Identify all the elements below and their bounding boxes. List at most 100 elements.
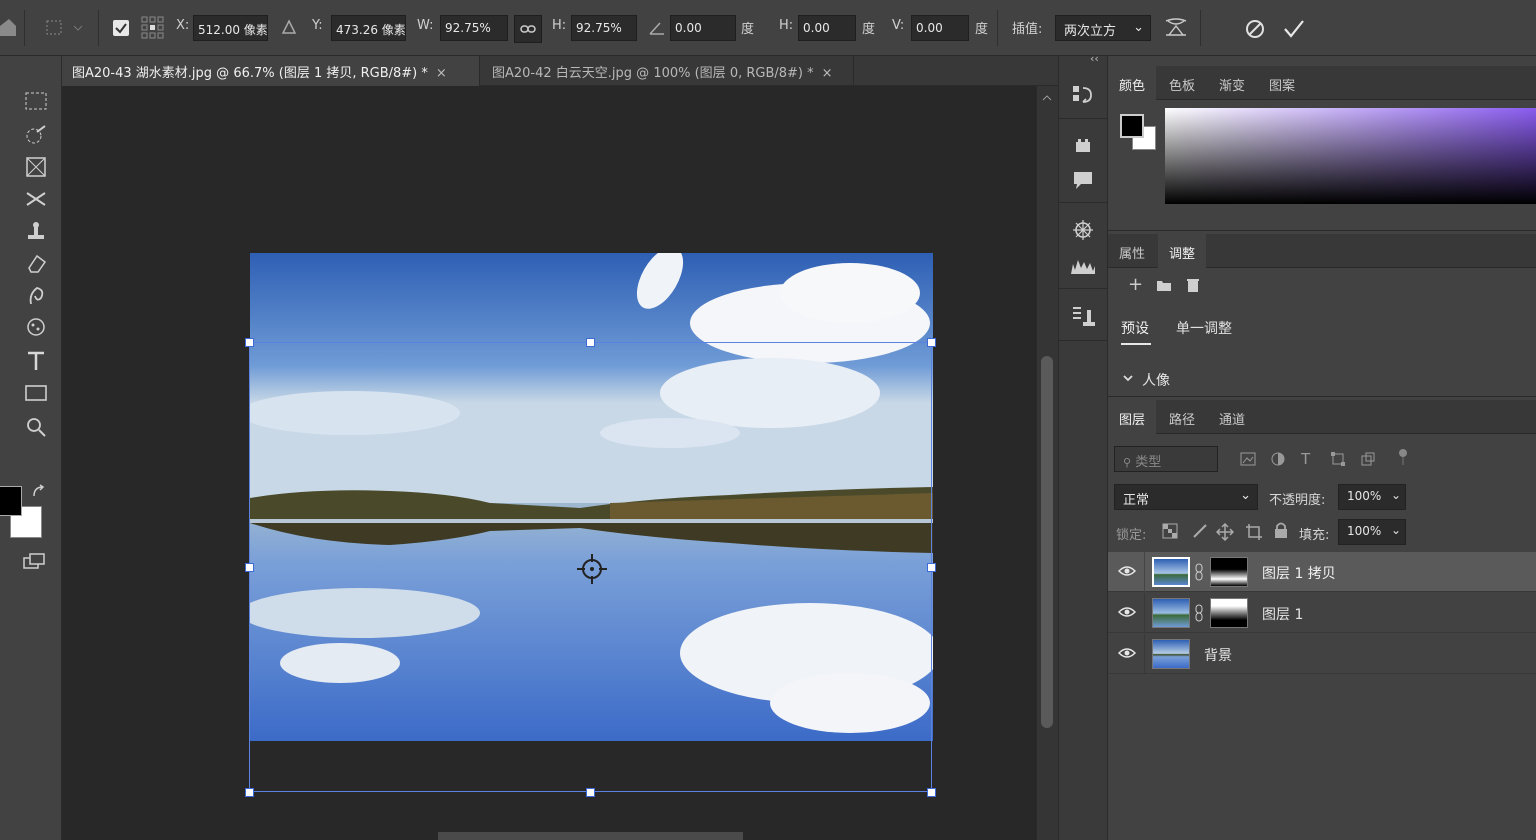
eye-icon[interactable]: [1117, 564, 1137, 578]
skew-v-field[interactable]: 0.00: [911, 15, 969, 41]
layer-thumbnail[interactable]: [1152, 639, 1190, 669]
smart-object-filter-icon[interactable]: [1360, 451, 1376, 467]
layer-mask-thumbnail[interactable]: [1210, 557, 1248, 587]
horizontal-scrollbar[interactable]: [438, 832, 743, 840]
plugin-icon[interactable]: [1073, 136, 1093, 156]
transform-handle-bottom[interactable]: [586, 788, 595, 797]
foreground-color-swatch[interactable]: [0, 486, 22, 516]
x-position-field[interactable]: 512.00 像素: [193, 15, 268, 41]
tab-swatches[interactable]: 色板: [1158, 66, 1206, 100]
tab-gradients[interactable]: 渐变: [1208, 66, 1256, 100]
transform-handle-left[interactable]: [245, 563, 254, 572]
document-tab-sky[interactable]: 图A20-42 白云天空.jpg @ 100% (图层 0, RGB/8#) *…: [482, 56, 854, 86]
reference-point-crosshair-icon[interactable]: [576, 553, 608, 585]
stamp-tool-icon[interactable]: [23, 218, 49, 244]
lock-all-icon[interactable]: [1274, 522, 1288, 538]
eye-icon[interactable]: [1117, 646, 1137, 660]
layer-row[interactable]: 图层 1: [1108, 593, 1536, 633]
eye-icon[interactable]: [1117, 605, 1137, 619]
sponge-tool-icon[interactable]: [23, 314, 49, 340]
tab-patterns[interactable]: 图案: [1258, 66, 1306, 100]
shape-filter-icon[interactable]: [1330, 451, 1346, 467]
type-tool-icon[interactable]: [23, 348, 49, 374]
folder-icon[interactable]: [1156, 278, 1172, 292]
chevron-down-icon[interactable]: [1122, 372, 1134, 384]
layer-mask-thumbnail[interactable]: [1210, 598, 1248, 628]
relative-position-icon[interactable]: [281, 19, 297, 35]
history-icon[interactable]: [1071, 82, 1095, 106]
vertical-scrollbar[interactable]: [1036, 86, 1058, 840]
mask-link-icon[interactable]: [1194, 604, 1204, 622]
marquee-tool-icon[interactable]: [23, 88, 49, 114]
navigator-icon[interactable]: [1071, 218, 1095, 242]
close-icon[interactable]: ×: [822, 66, 833, 81]
tab-layers[interactable]: 图层: [1108, 400, 1157, 434]
lock-pixels-icon[interactable]: [1192, 523, 1208, 539]
lock-position-icon[interactable]: [1215, 522, 1235, 542]
collapse-arrows-icon[interactable]: ‹‹: [1090, 52, 1099, 65]
layer-row[interactable]: 图层 1 拷贝: [1108, 552, 1536, 592]
transform-handle-top[interactable]: [586, 338, 595, 347]
color-spectrum-field[interactable]: [1165, 108, 1536, 204]
close-icon[interactable]: ×: [436, 66, 447, 81]
tool-preset-picker[interactable]: [44, 18, 84, 38]
layer-thumbnail[interactable]: [1152, 557, 1190, 587]
tab-properties[interactable]: 属性: [1108, 234, 1156, 268]
link-icon[interactable]: [514, 15, 542, 43]
cancel-icon[interactable]: [1243, 17, 1267, 41]
rectangle-tool-icon[interactable]: [23, 380, 49, 406]
quick-select-tool-icon[interactable]: [23, 122, 49, 148]
eraser-tool-icon[interactable]: [23, 250, 49, 276]
opacity-field[interactable]: 100% ⌄: [1338, 484, 1406, 510]
height-field[interactable]: 92.75%: [571, 15, 637, 41]
lock-transparent-icon[interactable]: [1162, 523, 1178, 539]
mask-link-icon[interactable]: [1194, 563, 1204, 581]
interpolation-dropdown[interactable]: 两次立方 ⌄: [1055, 15, 1151, 41]
tab-paths[interactable]: 路径: [1158, 400, 1206, 434]
transform-handle-bottom-right[interactable]: [927, 788, 936, 797]
layer-thumbnail[interactable]: [1152, 598, 1190, 628]
patch-tool-icon[interactable]: [23, 186, 49, 212]
zoom-tool-icon[interactable]: [23, 414, 49, 440]
portrait-group-label[interactable]: 人像: [1142, 370, 1170, 390]
skew-h-field[interactable]: 0.00: [798, 15, 856, 41]
checkmark-icon[interactable]: [1282, 17, 1306, 41]
smudge-tool-icon[interactable]: [23, 282, 49, 308]
add-adjustment-icon[interactable]: +: [1128, 276, 1143, 294]
layer-name[interactable]: 图层 1: [1262, 604, 1303, 624]
foreground-color-chip[interactable]: [1120, 114, 1144, 138]
pixel-filter-icon[interactable]: [1240, 452, 1256, 466]
trash-icon[interactable]: [1186, 277, 1200, 293]
properties-stamp-icon[interactable]: [1071, 304, 1097, 330]
comments-icon[interactable]: [1071, 168, 1095, 192]
reference-point-grid-icon[interactable]: [140, 15, 166, 41]
layer-name[interactable]: 图层 1 拷贝: [1262, 563, 1336, 583]
y-position-field[interactable]: 473.26 像素: [331, 15, 406, 41]
reference-point-checkbox[interactable]: [113, 20, 129, 36]
layer-name[interactable]: 背景: [1204, 645, 1232, 665]
blend-mode-dropdown[interactable]: 正常 ⌄: [1114, 484, 1258, 510]
document-canvas[interactable]: [62, 86, 1036, 840]
warp-icon[interactable]: [1163, 15, 1189, 41]
swap-colors-icon[interactable]: [31, 484, 47, 500]
transform-handle-right[interactable]: [927, 563, 936, 572]
histogram-icon[interactable]: [1069, 254, 1097, 278]
layer-row[interactable]: 背景: [1108, 634, 1536, 674]
home-icon[interactable]: [0, 16, 18, 40]
frame-tool-icon[interactable]: [23, 154, 49, 180]
transform-handle-top-left[interactable]: [245, 338, 254, 347]
rotate-angle-field[interactable]: 0.00: [670, 15, 736, 41]
lock-artboard-icon[interactable]: [1245, 523, 1263, 541]
transform-handle-bottom-left[interactable]: [245, 788, 254, 797]
scroll-up-icon[interactable]: [1042, 92, 1052, 102]
transform-handle-top-right[interactable]: [927, 338, 936, 347]
adjustment-filter-icon[interactable]: [1270, 451, 1286, 467]
tab-presets[interactable]: 预设: [1121, 318, 1149, 338]
tab-color[interactable]: 颜色: [1108, 66, 1157, 100]
fill-field[interactable]: 100% ⌄: [1338, 519, 1406, 545]
type-filter-icon[interactable]: T: [1301, 450, 1310, 468]
width-field[interactable]: 92.75%: [440, 15, 508, 41]
document-tab-lake[interactable]: 图A20-43 湖水素材.jpg @ 66.7% (图层 1 拷贝, RGB/8…: [62, 56, 480, 86]
tab-channels[interactable]: 通道: [1208, 400, 1256, 434]
screen-mode-icon[interactable]: [22, 552, 48, 570]
